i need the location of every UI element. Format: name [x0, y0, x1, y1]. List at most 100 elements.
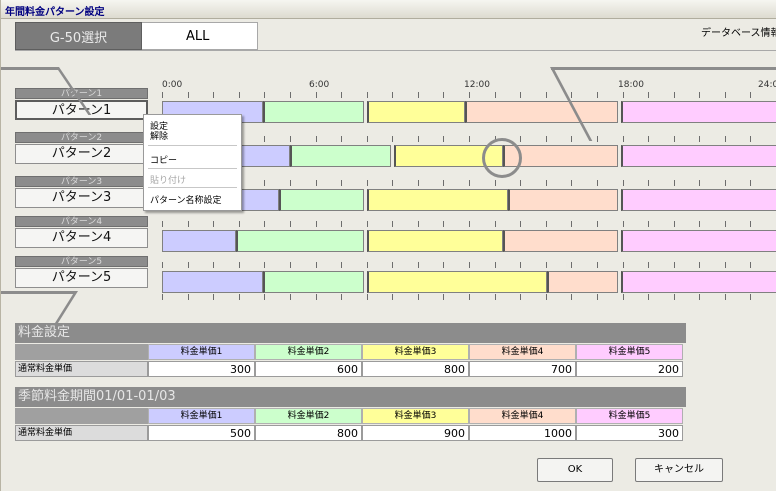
g50-select-tab[interactable]: G-50選択	[15, 22, 142, 50]
lane5-seg-rate3[interactable]	[367, 271, 547, 293]
hour-tick	[750, 136, 751, 142]
lane5-seg-rate5[interactable]	[621, 271, 776, 293]
hour-tick	[648, 136, 649, 142]
hour-tick	[495, 221, 496, 227]
seasonal-rate1-value-field[interactable]: 500	[148, 425, 255, 441]
ok-button[interactable]: OK	[537, 458, 613, 482]
hour-tick	[392, 180, 393, 186]
lane4-seg-rate3[interactable]	[367, 230, 503, 252]
hour-tick	[648, 180, 649, 186]
hour-tick	[623, 262, 624, 268]
hour-tick	[290, 221, 291, 227]
hour-tick	[341, 136, 342, 142]
hour-tick	[571, 180, 572, 186]
lane4-seg-rate2[interactable]	[236, 230, 364, 252]
lane5-seg-rate2[interactable]	[263, 271, 364, 293]
time-label-12: 12:00	[464, 80, 490, 90]
hour-tick	[290, 92, 291, 98]
seasonal-rate2-value-field[interactable]: 800	[255, 425, 362, 441]
pattern-button-2[interactable]: パターン2	[15, 144, 148, 164]
hour-tick	[674, 92, 675, 98]
hour-tick	[367, 136, 368, 142]
menu-item-clear[interactable]: 解除	[150, 129, 168, 142]
rate5-value-field[interactable]: 200	[576, 361, 683, 377]
hour-tick	[443, 136, 444, 142]
lane4-seg-rate5[interactable]	[621, 230, 776, 252]
hour-tick	[239, 262, 240, 268]
hour-tick	[597, 92, 598, 98]
hour-tick	[495, 294, 496, 300]
rate3-value-field[interactable]: 800	[362, 361, 469, 377]
pattern-button-4[interactable]: パターン4	[15, 228, 148, 248]
pattern-schedule: 0:00 6:00 12:00 18:00 24:00 パターン1 パターン1 …	[15, 80, 776, 300]
seasonal-rate4-value-field[interactable]: 1000	[469, 425, 576, 441]
hour-tick	[725, 262, 726, 268]
lane1-seg-rate2[interactable]	[263, 101, 364, 123]
pattern-lane-5[interactable]	[162, 271, 776, 293]
cancel-button[interactable]: キャンセル	[635, 458, 723, 482]
hour-tick	[571, 294, 572, 300]
pattern-lane-3[interactable]	[162, 189, 776, 211]
hour-tick	[316, 180, 317, 186]
lane1-seg-rate3[interactable]	[367, 101, 465, 123]
lane5-seg-rate4[interactable]	[547, 271, 618, 293]
hour-tick	[341, 262, 342, 268]
hour-tick	[443, 262, 444, 268]
hour-tick	[495, 262, 496, 268]
hour-tick	[597, 221, 598, 227]
hour-tick	[443, 180, 444, 186]
time-label-0: 0:00	[162, 80, 183, 90]
rate2-value-field[interactable]: 600	[255, 361, 362, 377]
hour-tick	[699, 262, 700, 268]
hour-tick	[623, 180, 624, 186]
seasonal-rate3-value-field[interactable]: 900	[362, 425, 469, 441]
hour-tick	[674, 221, 675, 227]
hour-tick	[648, 92, 649, 98]
hour-tick	[367, 180, 368, 186]
pattern-lane-1[interactable]	[162, 101, 776, 123]
hour-tick	[188, 92, 189, 98]
hour-tick	[520, 92, 521, 98]
hour-tick	[750, 262, 751, 268]
menu-item-copy[interactable]: コピー	[150, 153, 177, 166]
lane3-seg-rate5[interactable]	[621, 189, 776, 211]
hour-tick	[597, 136, 598, 142]
database-info-link[interactable]: データベース情報	[701, 24, 776, 39]
pattern-lane-4[interactable]	[162, 230, 776, 252]
hour-tick	[367, 294, 368, 300]
lane3-seg-rate2[interactable]	[279, 189, 364, 211]
hour-tick	[725, 180, 726, 186]
hour-tick	[213, 262, 214, 268]
hour-tick	[520, 262, 521, 268]
seasonal-rate5-value-field[interactable]: 300	[576, 425, 683, 441]
pattern-settings-window: 年間料金パターン設定 G-50選択 ALL データベース情報 0:00 6:00…	[0, 0, 776, 491]
hour-tick	[367, 262, 368, 268]
timeline-axis: 0:00 6:00 12:00 18:00 24:00	[162, 80, 776, 90]
lane4-seg-rate4[interactable]	[503, 230, 618, 252]
lane2-seg-rate2[interactable]	[290, 145, 391, 167]
pattern-button-5[interactable]: パターン5	[15, 268, 148, 288]
hour-tick	[520, 180, 521, 186]
lane2-seg-rate5[interactable]	[621, 145, 776, 167]
hour-tick	[469, 92, 470, 98]
lane1-seg-rate5[interactable]	[621, 101, 776, 123]
pattern-button-3[interactable]: パターン3	[15, 188, 148, 208]
lane3-seg-rate4[interactable]	[508, 189, 618, 211]
seasonal-rate2-header: 料金単価2	[255, 408, 362, 424]
lane1-seg-rate4[interactable]	[465, 101, 618, 123]
hour-tick	[290, 180, 291, 186]
hour-tick	[290, 262, 291, 268]
hour-tick	[571, 136, 572, 142]
rate1-value-field[interactable]: 300	[148, 361, 255, 377]
rate4-value-field[interactable]: 700	[469, 361, 576, 377]
hour-tick	[418, 92, 419, 98]
pattern-lane-2[interactable]	[162, 145, 776, 167]
hour-tick	[341, 294, 342, 300]
lane3-seg-rate3[interactable]	[367, 189, 508, 211]
lane4-seg-rate1[interactable]	[162, 230, 236, 252]
lane5-seg-rate1[interactable]	[162, 271, 263, 293]
all-tab[interactable]: ALL	[142, 22, 258, 50]
time-label-18: 18:00	[618, 80, 644, 90]
hour-tick	[674, 294, 675, 300]
menu-item-rename-pattern[interactable]: パターン名称設定	[150, 193, 222, 206]
